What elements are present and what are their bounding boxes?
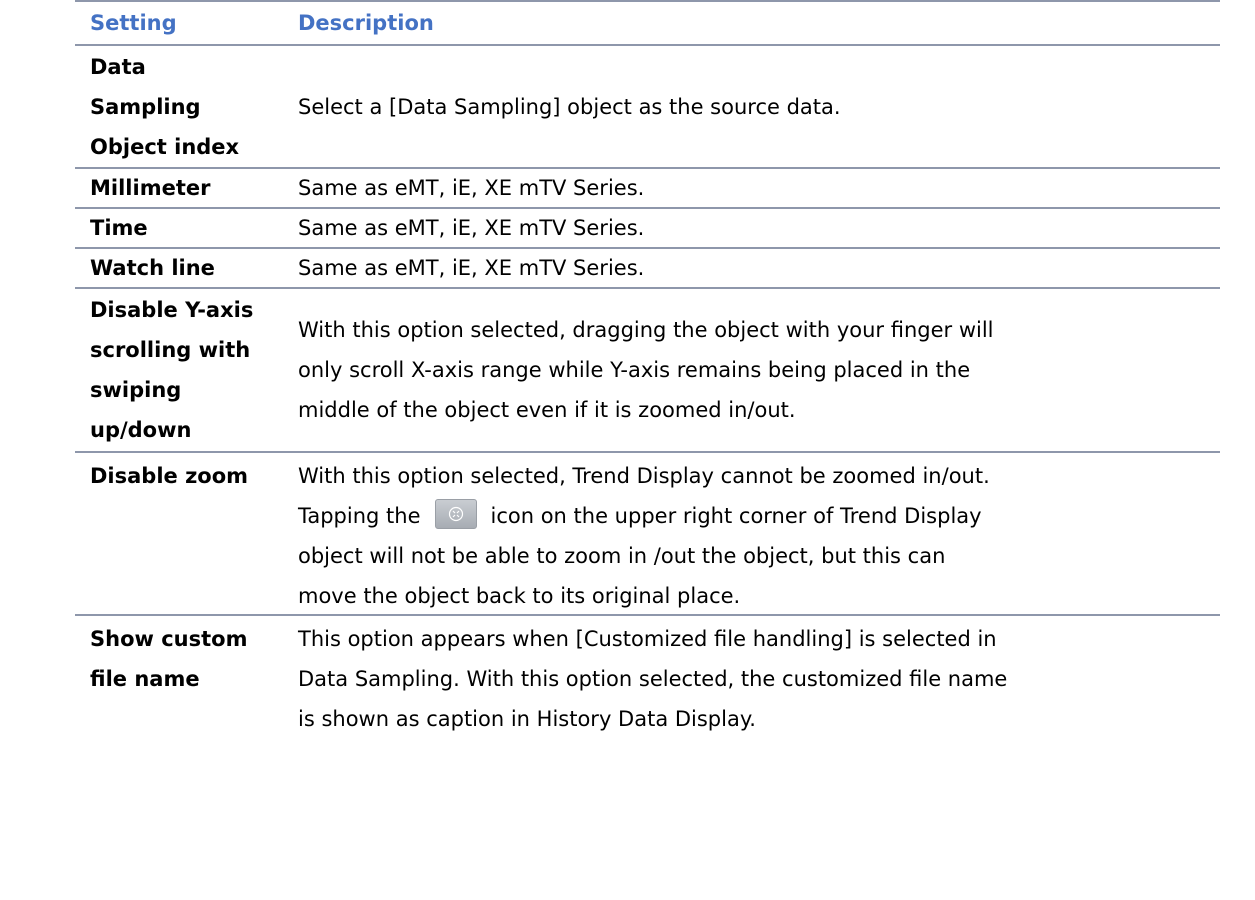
setting-cell: Millimeter bbox=[90, 176, 211, 200]
table-row: Watch line Same as eMT, iE, XE mTV Serie… bbox=[75, 249, 1220, 289]
header-description: Description bbox=[298, 11, 434, 35]
description-text: icon on the upper right corner of Trend … bbox=[490, 504, 982, 528]
table-row: Disable Y-axis scrolling with swiping up… bbox=[75, 289, 1220, 453]
description-cell: Same as eMT, iE, XE mTV Series. bbox=[298, 216, 645, 240]
description-cell: With this option selected, dragging the … bbox=[298, 318, 994, 422]
description-cell: Same as eMT, iE, XE mTV Series. bbox=[298, 256, 645, 280]
description-line: With this option selected, Trend Display… bbox=[298, 464, 990, 488]
description-cell: Select a [Data Sampling] object as the s… bbox=[298, 94, 841, 119]
settings-table: Setting Description Data Sampling Object… bbox=[75, 0, 1220, 738]
setting-cell: Watch line bbox=[90, 256, 215, 280]
table-row: Disable zoom With this option selected, … bbox=[75, 453, 1220, 616]
table-header-row: Setting Description bbox=[75, 0, 1220, 46]
description-line-with-icon: Tapping the icon on the upper right corne… bbox=[298, 496, 1220, 536]
header-setting: Setting bbox=[90, 11, 177, 35]
zoom-reset-icon bbox=[434, 499, 477, 529]
description-cell: Same as eMT, iE, XE mTV Series. bbox=[298, 176, 645, 200]
description-cell: With this option selected, Trend Display… bbox=[298, 456, 1220, 614]
table-row: Data Sampling Object index Select a [Dat… bbox=[75, 46, 1220, 169]
setting-cell: Disable zoom bbox=[90, 464, 249, 488]
setting-cell: Show custom file name bbox=[90, 627, 248, 691]
setting-cell: Disable Y-axis scrolling with swiping up… bbox=[90, 298, 254, 442]
description-line: object will not be able to zoom in /out … bbox=[298, 544, 946, 608]
description-cell: This option appears when [Customized fil… bbox=[298, 627, 1008, 731]
setting-cell: Time bbox=[90, 216, 148, 240]
table-row: Millimeter Same as eMT, iE, XE mTV Serie… bbox=[75, 169, 1220, 209]
table-row: Time Same as eMT, iE, XE mTV Series. bbox=[75, 209, 1220, 249]
description-text: Tapping the bbox=[298, 504, 421, 528]
table-row: Show custom file name This option appear… bbox=[75, 616, 1220, 738]
setting-cell: Data Sampling Object index bbox=[90, 54, 240, 159]
